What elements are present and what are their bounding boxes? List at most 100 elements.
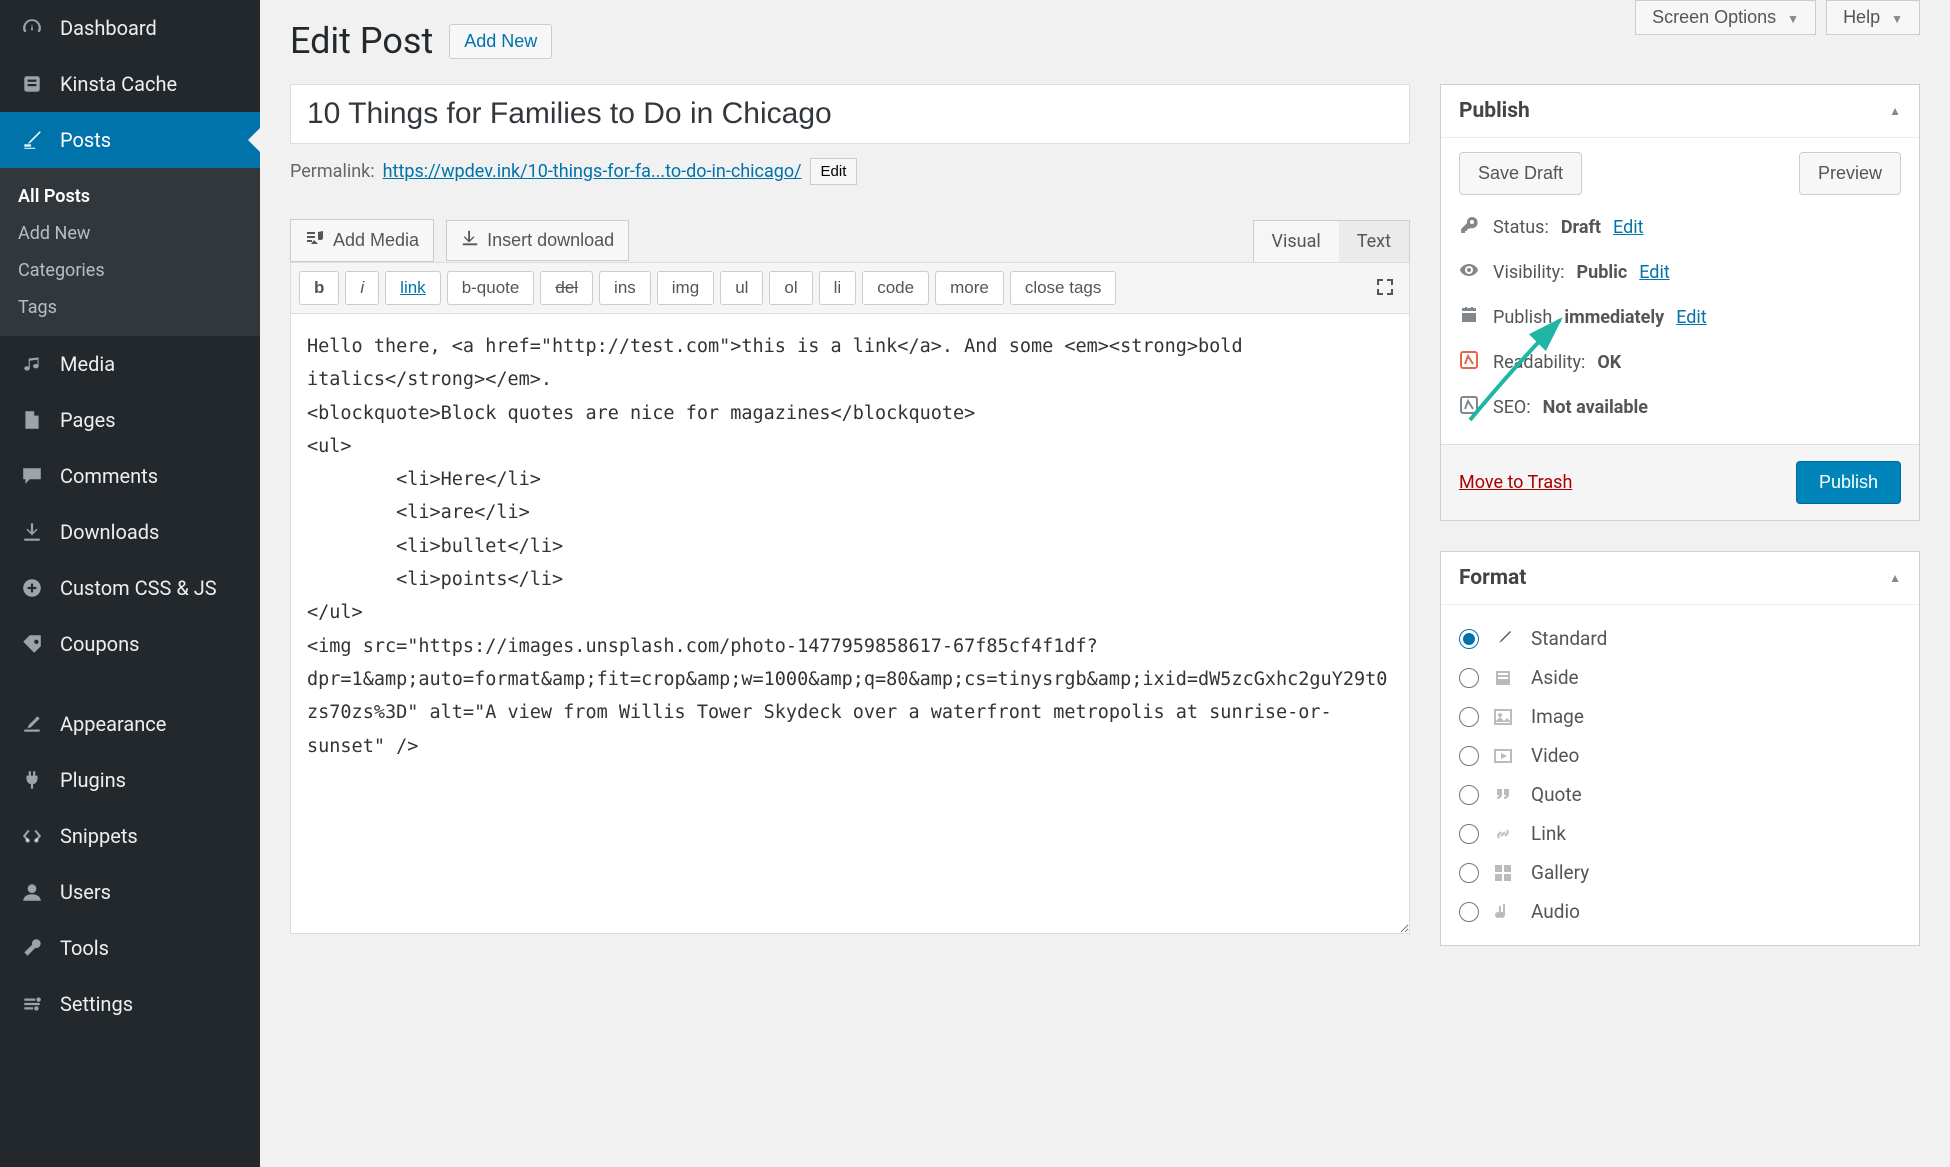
sidebar-item-settings[interactable]: Settings: [0, 976, 260, 1032]
quicktag-b-quote[interactable]: b-quote: [447, 271, 535, 305]
admin-sidebar: Dashboard Kinsta Cache Posts All PostsAdd N…: [0, 0, 260, 1167]
publish-metabox-header[interactable]: Publish▲: [1441, 85, 1919, 138]
publish-metabox: Publish▲ Save Draft Preview Status:: [1440, 84, 1920, 521]
sidebar-item-appearance[interactable]: Appearance: [0, 696, 260, 752]
add-new-post-button[interactable]: Add New: [449, 24, 552, 59]
key-icon: [1459, 215, 1481, 240]
format-aside-icon: [1493, 668, 1517, 688]
preview-button[interactable]: Preview: [1799, 152, 1901, 195]
format-option-aside[interactable]: Aside: [1459, 658, 1901, 697]
quicktag-code[interactable]: code: [862, 271, 929, 305]
settings-icon: [18, 990, 46, 1018]
download-icon: [461, 229, 479, 252]
sidebar-item-comments[interactable]: Comments: [0, 448, 260, 504]
save-draft-button[interactable]: Save Draft: [1459, 152, 1582, 195]
permalink-link[interactable]: https://wpdev.ink/10-things-for-fa...to-…: [383, 161, 802, 182]
yoast-seo-icon: [1459, 395, 1481, 420]
sidebar-subitem[interactable]: All Posts: [0, 178, 260, 215]
sidebar-item-label: Users: [60, 880, 111, 904]
quicktag-img[interactable]: img: [657, 271, 714, 305]
format-option-audio[interactable]: Audio: [1459, 892, 1901, 931]
format-radio[interactable]: [1459, 746, 1479, 766]
sidebar-item-label: Media: [60, 352, 115, 376]
snippets-icon: [18, 822, 46, 850]
sidebar-item-label: Dashboard: [60, 16, 157, 40]
post-content-editor[interactable]: Hello there, <a href="http://test.com">t…: [290, 314, 1410, 934]
edit-permalink-button[interactable]: Edit: [810, 158, 858, 185]
sidebar-item-snippets[interactable]: Snippets: [0, 808, 260, 864]
screen-options-button[interactable]: Screen Options ▼: [1635, 0, 1816, 35]
quicktag-ins[interactable]: ins: [599, 271, 651, 305]
sidebar-item-dashboard[interactable]: Dashboard: [0, 0, 260, 56]
sidebar-item-plugins[interactable]: Plugins: [0, 752, 260, 808]
sidebar-item-kinsta[interactable]: Kinsta Cache: [0, 56, 260, 112]
edit-visibility-link[interactable]: Edit: [1639, 262, 1669, 283]
sidebar-item-customcss[interactable]: Custom CSS & JS: [0, 560, 260, 616]
quicktag-link[interactable]: link: [385, 271, 441, 305]
permalink-label: Permalink:: [290, 161, 375, 182]
format-label: Aside: [1531, 666, 1579, 689]
post-title-input[interactable]: [290, 84, 1410, 144]
quicktag-li[interactable]: li: [819, 271, 857, 305]
format-radio[interactable]: [1459, 668, 1479, 688]
format-radio[interactable]: [1459, 785, 1479, 805]
format-radio[interactable]: [1459, 902, 1479, 922]
format-option-video[interactable]: Video: [1459, 736, 1901, 775]
sidebar-subitem[interactable]: Add New: [0, 215, 260, 252]
quicktag-ul[interactable]: ul: [720, 271, 763, 305]
format-option-link[interactable]: Link: [1459, 814, 1901, 853]
quicktag-b[interactable]: b: [299, 271, 339, 305]
format-quote-icon: [1493, 785, 1517, 805]
sidebar-subitem[interactable]: Tags: [0, 289, 260, 326]
add-media-button[interactable]: Add Media: [290, 219, 434, 262]
sidebar-item-users[interactable]: Users: [0, 864, 260, 920]
main-content: Screen Options ▼ Help ▼ Edit Post Add Ne…: [260, 0, 1950, 1167]
format-label: Link: [1531, 822, 1566, 845]
edit-schedule-link[interactable]: Edit: [1676, 307, 1706, 328]
format-radio[interactable]: [1459, 824, 1479, 844]
quicktag-del[interactable]: del: [540, 271, 593, 305]
fullscreen-toggle-button[interactable]: [1369, 271, 1401, 303]
sidebar-item-label: Settings: [60, 992, 133, 1016]
quicktag-close-tags[interactable]: close tags: [1010, 271, 1117, 305]
format-option-standard[interactable]: Standard: [1459, 619, 1901, 658]
editor-tab-text[interactable]: Text: [1339, 221, 1409, 262]
publish-button[interactable]: Publish: [1796, 461, 1901, 504]
sidebar-subitem[interactable]: Categories: [0, 252, 260, 289]
edit-status-link[interactable]: Edit: [1613, 217, 1643, 238]
format-radio[interactable]: [1459, 707, 1479, 727]
sidebar-item-pages[interactable]: Pages: [0, 392, 260, 448]
appearance-icon: [18, 710, 46, 738]
insert-download-button[interactable]: Insert download: [446, 220, 629, 261]
sidebar-item-tools[interactable]: Tools: [0, 920, 260, 976]
help-button[interactable]: Help ▼: [1826, 0, 1920, 35]
move-to-trash-link[interactable]: Move to Trash: [1459, 472, 1572, 493]
sidebar-item-label: Plugins: [60, 768, 126, 792]
editor-tab-visual[interactable]: Visual: [1254, 221, 1339, 262]
plugins-icon: [18, 766, 46, 794]
format-label: Video: [1531, 744, 1579, 767]
pages-icon: [18, 406, 46, 434]
sidebar-item-media[interactable]: Media: [0, 336, 260, 392]
sidebar-item-label: Kinsta Cache: [60, 72, 177, 96]
format-label: Standard: [1531, 627, 1607, 650]
format-radio[interactable]: [1459, 863, 1479, 883]
quicktag-more[interactable]: more: [935, 271, 1004, 305]
format-metabox-header[interactable]: Format▲: [1441, 552, 1919, 605]
format-option-image[interactable]: Image: [1459, 697, 1901, 736]
eye-icon: [1459, 260, 1481, 285]
format-option-quote[interactable]: Quote: [1459, 775, 1901, 814]
downloads-icon: [18, 518, 46, 546]
kinsta-icon: [18, 70, 46, 98]
format-option-gallery[interactable]: Gallery: [1459, 853, 1901, 892]
format-label: Gallery: [1531, 861, 1589, 884]
quicktag-ol[interactable]: ol: [769, 271, 812, 305]
yoast-readability-icon: [1459, 350, 1481, 375]
sidebar-item-coupons[interactable]: Coupons: [0, 616, 260, 672]
quicktag-i[interactable]: i: [345, 271, 379, 305]
format-radio[interactable]: [1459, 629, 1479, 649]
sidebar-item-label: Tools: [60, 936, 109, 960]
dashboard-icon: [18, 14, 46, 42]
sidebar-item-posts[interactable]: Posts: [0, 112, 260, 168]
sidebar-item-downloads[interactable]: Downloads: [0, 504, 260, 560]
